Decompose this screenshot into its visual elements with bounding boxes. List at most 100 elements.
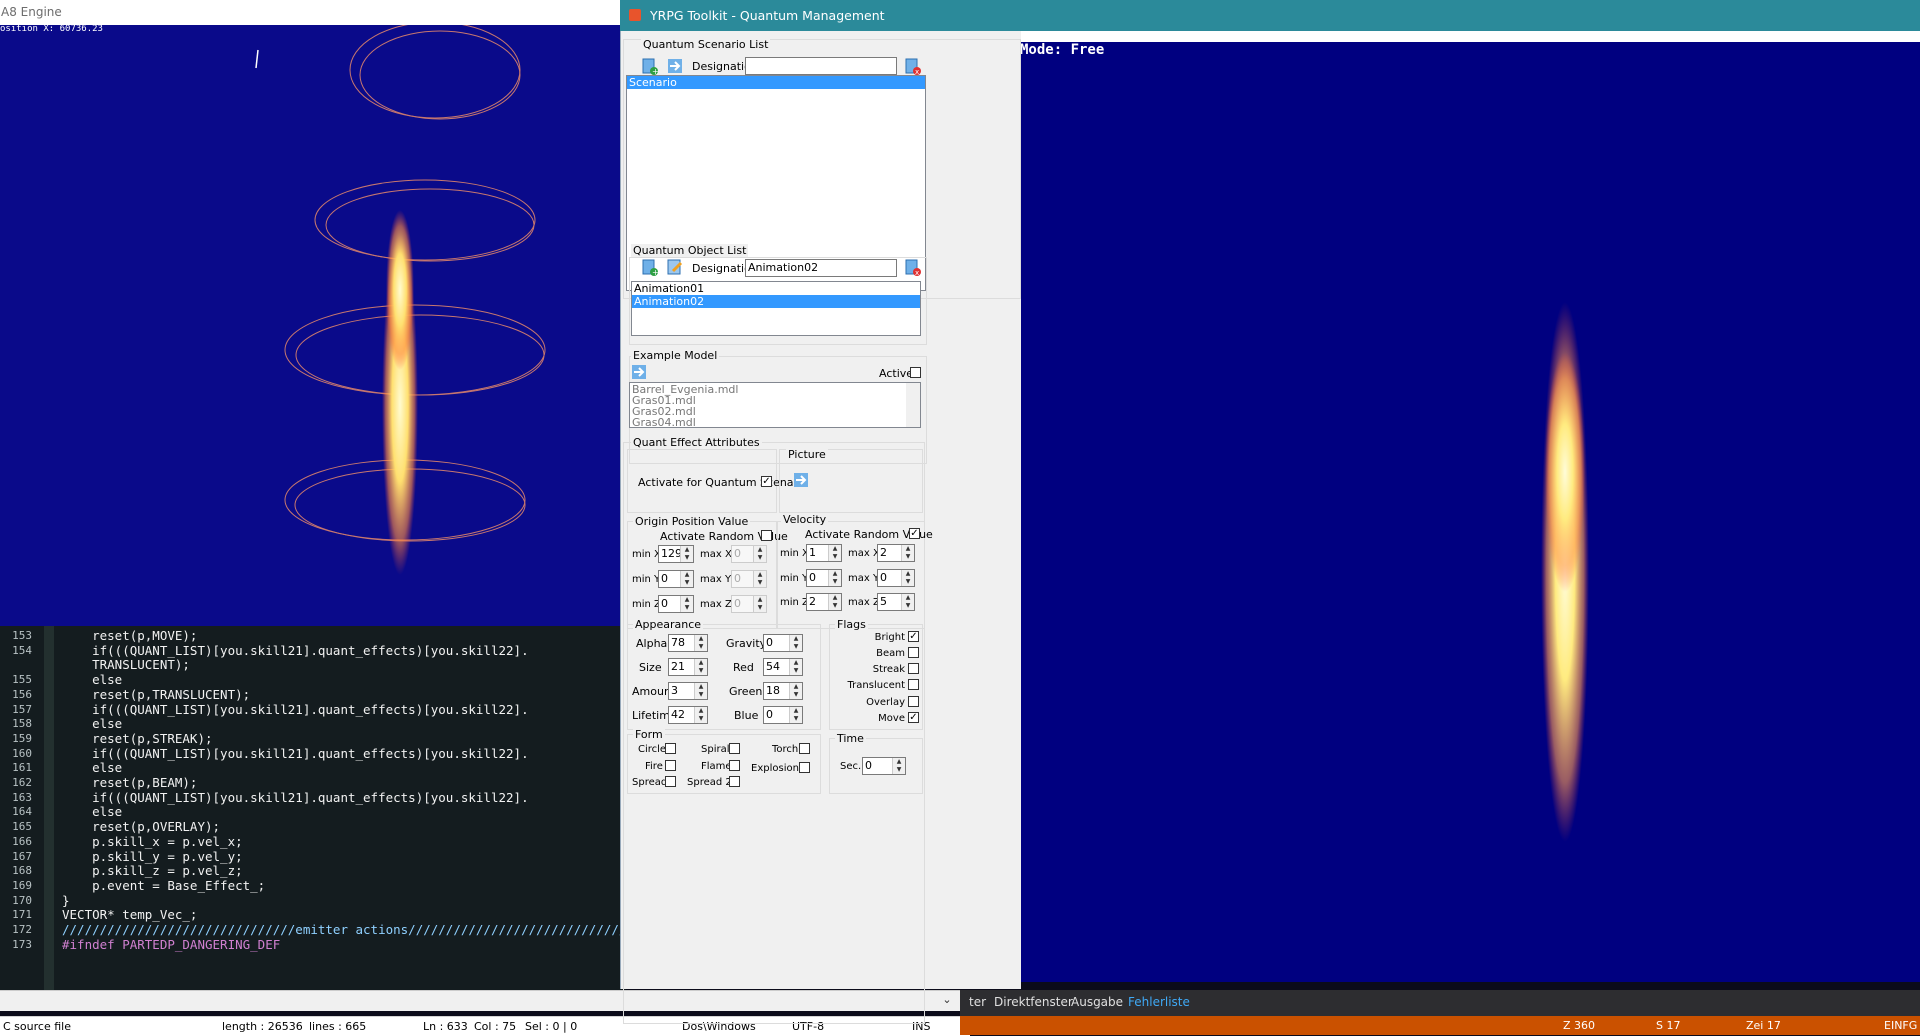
spinner-icon[interactable]: ▲ ▼ (694, 659, 707, 675)
velocity-miny-input[interactable]: 0 ▲ ▼ (806, 569, 842, 587)
code-line[interactable]: VECTOR* temp_Vec_; (62, 907, 197, 922)
red-input[interactable]: 54 ▲ ▼ (763, 658, 803, 676)
velocity-random-checkbox[interactable]: ✓ (909, 528, 920, 539)
tab-partial[interactable]: ter (969, 995, 986, 1009)
alpha-input[interactable]: 78 ▲ ▼ (668, 634, 708, 652)
load-picture-icon[interactable] (793, 472, 811, 490)
list-item[interactable]: Scenario (627, 76, 925, 89)
chevron-down-icon[interactable]: ⌄ (938, 991, 956, 1009)
list-item[interactable]: Gras04.mdl (630, 416, 920, 427)
code-line[interactable]: if(((QUANT_LIST)[you.skill21].quant_effe… (62, 702, 529, 717)
explosion-checkbox[interactable] (799, 762, 810, 773)
preview-viewport[interactable] (1020, 42, 1920, 982)
origin-minz-input[interactable]: 0 ▲ ▼ (658, 595, 694, 613)
code-line[interactable]: #ifndef PARTEDP_DANGERING_DEF (62, 937, 280, 952)
green-input[interactable]: 18 ▲ ▼ (763, 682, 803, 700)
code-line[interactable]: TRANSLUCENT); (62, 657, 190, 672)
model-list[interactable]: Barrel_Evgenia.mdl Gras01.mdl Gras02.mdl… (629, 382, 921, 428)
bright-checkbox[interactable]: ✓ (908, 631, 919, 642)
list-item[interactable]: Animation02 (632, 295, 920, 308)
spinner-icon[interactable]: ▲ ▼ (789, 635, 802, 651)
overlay-checkbox[interactable] (908, 696, 919, 707)
fire-checkbox[interactable] (665, 760, 676, 771)
code-line[interactable]: reset(p,BEAM); (62, 775, 197, 790)
gravity-input[interactable]: 0 ▲ ▼ (763, 634, 803, 652)
spinner-icon[interactable]: ▲ ▼ (680, 596, 693, 612)
velocity-maxy-input[interactable]: 0 ▲ ▼ (877, 569, 915, 587)
object-designation-input[interactable]: Animation02 (745, 259, 897, 277)
code-line[interactable]: if(((QUANT_LIST)[you.skill21].quant_effe… (62, 643, 529, 658)
spinner-icon[interactable]: ▲ ▼ (901, 594, 914, 610)
spinner-icon[interactable]: ▲ ▼ (680, 571, 693, 587)
code-line[interactable]: ///////////////////////////////emitter a… (62, 922, 626, 937)
code-line[interactable]: else (62, 672, 122, 687)
code-line[interactable]: } (62, 893, 70, 908)
load-scenario-icon[interactable] (667, 58, 685, 76)
code-line[interactable]: p.event = Base_Effect_; (62, 878, 265, 893)
code-line[interactable]: reset(p,OVERLAY); (62, 819, 220, 834)
move-checkbox[interactable]: ✓ (908, 712, 919, 723)
a8-viewport[interactable] (0, 0, 626, 626)
object-list[interactable]: Animation01 Animation02 (631, 281, 921, 336)
origin-miny-input[interactable]: 0 ▲ ▼ (658, 570, 694, 588)
code-line[interactable]: reset(p,MOVE); (62, 628, 197, 643)
amount-input[interactable]: 3 ▲ ▼ (668, 682, 708, 700)
code-line[interactable]: p.skill_x = p.vel_x; (62, 834, 243, 849)
scenario-designation-input[interactable] (745, 57, 897, 75)
load-model-icon[interactable] (631, 364, 649, 382)
edit-object-icon[interactable] (667, 259, 685, 277)
code-line[interactable]: else (62, 716, 122, 731)
circle-checkbox[interactable] (665, 743, 676, 754)
add-scenario-icon[interactable]: + (641, 58, 659, 76)
velocity-maxx-input[interactable]: 2 ▲ ▼ (877, 544, 915, 562)
spinner-icon[interactable]: ▲ ▼ (789, 707, 802, 723)
code-line[interactable]: if(((QUANT_LIST)[you.skill21].quant_effe… (62, 746, 529, 761)
spinner-icon[interactable]: ▲ ▼ (828, 594, 841, 610)
spread-checkbox[interactable] (665, 776, 676, 787)
code-line[interactable]: reset(p,STREAK); (62, 731, 212, 746)
origin-minx-input[interactable]: 129 ▲ ▼ (658, 545, 694, 563)
torch-checkbox[interactable] (799, 743, 810, 754)
spinner-icon[interactable]: ▲ ▼ (680, 546, 693, 562)
spinner-icon[interactable]: ▲ ▼ (789, 683, 802, 699)
velocity-minz-input[interactable]: 2 ▲ ▼ (806, 593, 842, 611)
code-line[interactable]: if(((QUANT_LIST)[you.skill21].quant_effe… (62, 790, 529, 805)
code-editor[interactable]: 153 reset(p,MOVE); 154 if(((QUANT_LIST)[y… (0, 626, 626, 990)
flame-checkbox[interactable] (729, 760, 740, 771)
spiral-checkbox[interactable] (729, 743, 740, 754)
spread2-checkbox[interactable] (729, 776, 740, 787)
streak-checkbox[interactable] (908, 663, 919, 674)
velocity-maxz-input[interactable]: 5 ▲ ▼ (877, 593, 915, 611)
delete-scenario-icon[interactable]: x (904, 58, 922, 76)
spinner-icon[interactable]: ▲ ▼ (694, 707, 707, 723)
sec-input[interactable]: 0 ▲ ▼ (862, 757, 906, 775)
spinner-icon[interactable]: ▲ ▼ (828, 545, 841, 561)
spinner-icon[interactable]: ▲ ▼ (789, 659, 802, 675)
tab-direktfenster[interactable]: Direktfenster (994, 995, 1073, 1009)
delete-object-icon[interactable]: x (904, 259, 922, 277)
spinner-icon[interactable]: ▲ ▼ (892, 758, 905, 774)
tab-ausgabe[interactable]: Ausgabe (1071, 995, 1123, 1009)
spinner-icon[interactable]: ▲ ▼ (901, 570, 914, 586)
activate-checkbox[interactable]: ✓ (761, 476, 772, 487)
lifetime-input[interactable]: 42 ▲ ▼ (668, 706, 708, 724)
code-line[interactable]: p.skill_y = p.vel_y; (62, 849, 243, 864)
code-line[interactable]: else (62, 760, 122, 775)
spinner-icon[interactable]: ▲ ▼ (694, 683, 707, 699)
beam-checkbox[interactable] (908, 647, 919, 658)
code-line[interactable]: reset(p,TRANSLUCENT); (62, 687, 250, 702)
origin-random-checkbox[interactable] (761, 530, 772, 541)
translucent-checkbox[interactable] (908, 679, 919, 690)
spinner-icon[interactable]: ▲ ▼ (828, 570, 841, 586)
model-list-scrollbar[interactable] (906, 383, 920, 427)
velocity-minx-input[interactable]: 1 ▲ ▼ (806, 544, 842, 562)
spinner-icon[interactable]: ▲ ▼ (901, 545, 914, 561)
code-line[interactable]: else (62, 804, 122, 819)
size-input[interactable]: 21 ▲ ▼ (668, 658, 708, 676)
add-object-icon[interactable]: + (641, 259, 659, 277)
blue-input[interactable]: 0 ▲ ▼ (763, 706, 803, 724)
spinner-icon[interactable]: ▲ ▼ (694, 635, 707, 651)
active-checkbox[interactable] (910, 367, 921, 378)
list-item[interactable]: Animation01 (632, 282, 920, 295)
tab-fehlerliste[interactable]: Fehlerliste (1128, 995, 1190, 1009)
